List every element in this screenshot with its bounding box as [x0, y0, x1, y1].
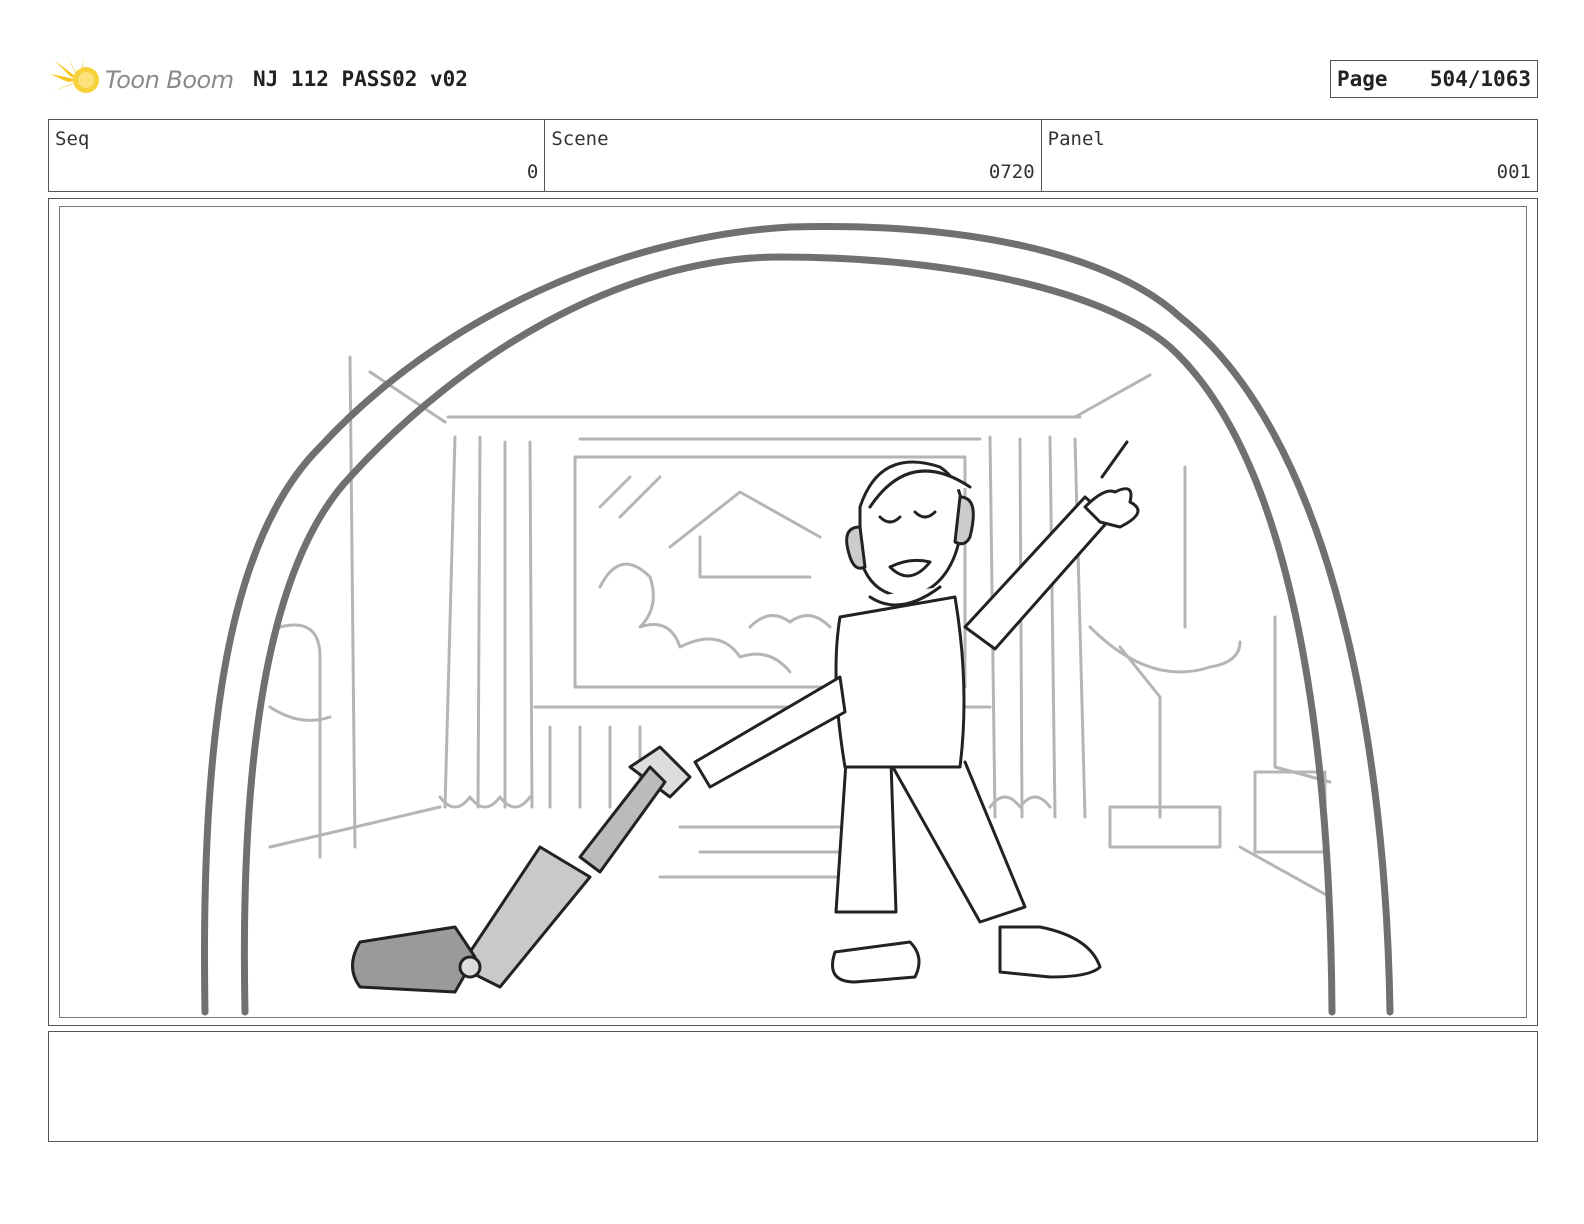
- scene-value: 0720: [988, 161, 1035, 183]
- page-indicator: Page 504/1063: [1330, 60, 1538, 98]
- seq-label: Seq: [55, 128, 90, 150]
- seq-cell: Seq 0: [49, 120, 546, 191]
- panel-notes-box: [48, 1031, 1538, 1142]
- info-table: Seq 0 Scene 0720 Panel 001: [48, 119, 1538, 192]
- storyboard-panel-image: [59, 206, 1527, 1018]
- panel-cell: Panel 001: [1042, 120, 1537, 191]
- seq-value: 0: [526, 161, 539, 183]
- scene-label: Scene: [551, 128, 609, 150]
- logo-burst-icon: [50, 54, 99, 106]
- header: Toon Boom NJ 112 PASS02 v02 Page 504/106…: [48, 50, 1538, 110]
- page-label: Page: [1337, 67, 1388, 91]
- logo-text: Toon Boom: [105, 66, 234, 94]
- panel-value: 001: [1496, 161, 1531, 183]
- scene-cell: Scene 0720: [545, 120, 1042, 191]
- panel-label: Panel: [1047, 128, 1105, 150]
- toon-boom-logo: Toon Boom: [50, 52, 240, 108]
- document-title: NJ 112 PASS02 v02: [253, 67, 468, 91]
- page-number: 504/1063: [1429, 67, 1531, 91]
- sketch-drawing: [200, 223, 1394, 1016]
- storyboard-panel-frame: [48, 198, 1538, 1026]
